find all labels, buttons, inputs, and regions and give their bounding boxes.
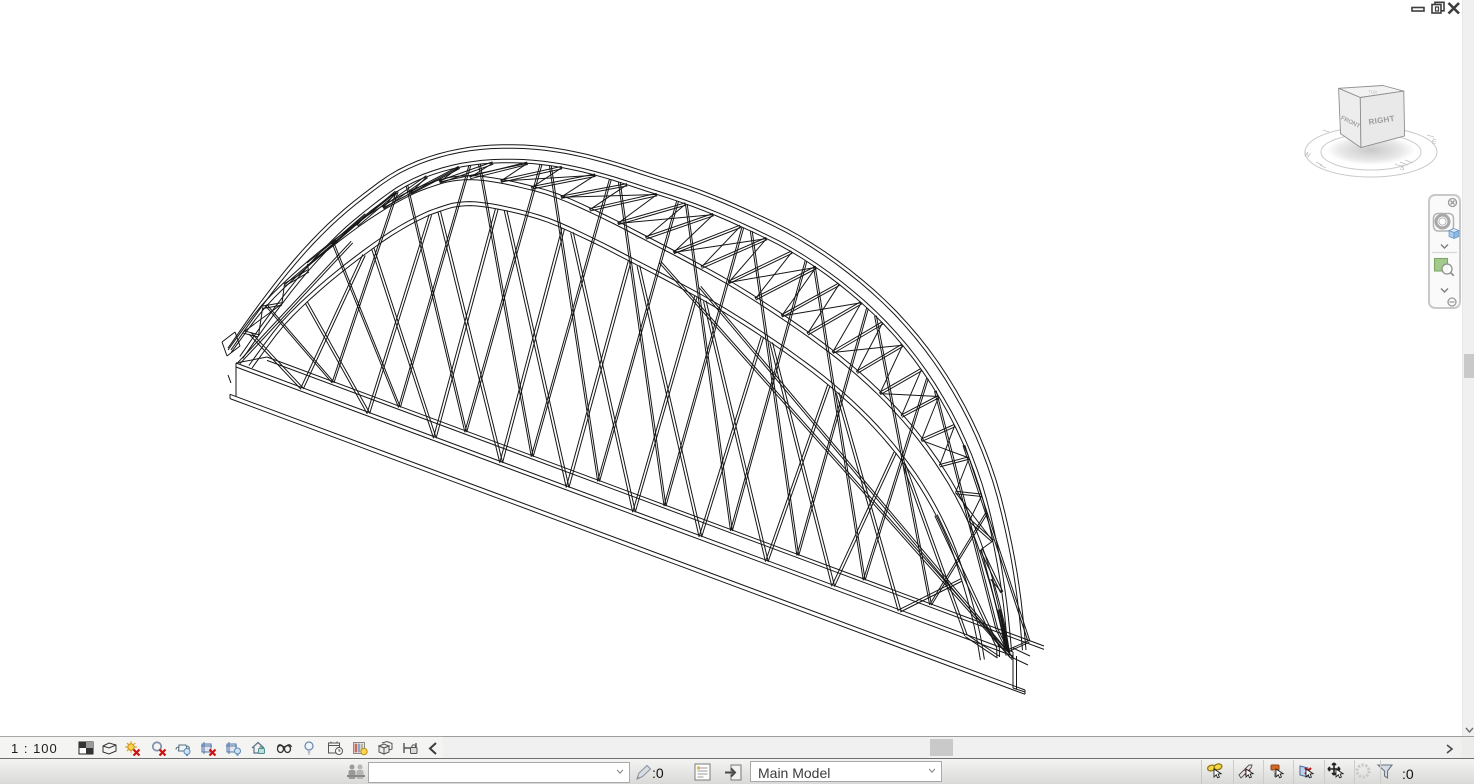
svg-text:W: W: [1303, 151, 1311, 159]
svg-text:E: E: [1431, 138, 1438, 146]
